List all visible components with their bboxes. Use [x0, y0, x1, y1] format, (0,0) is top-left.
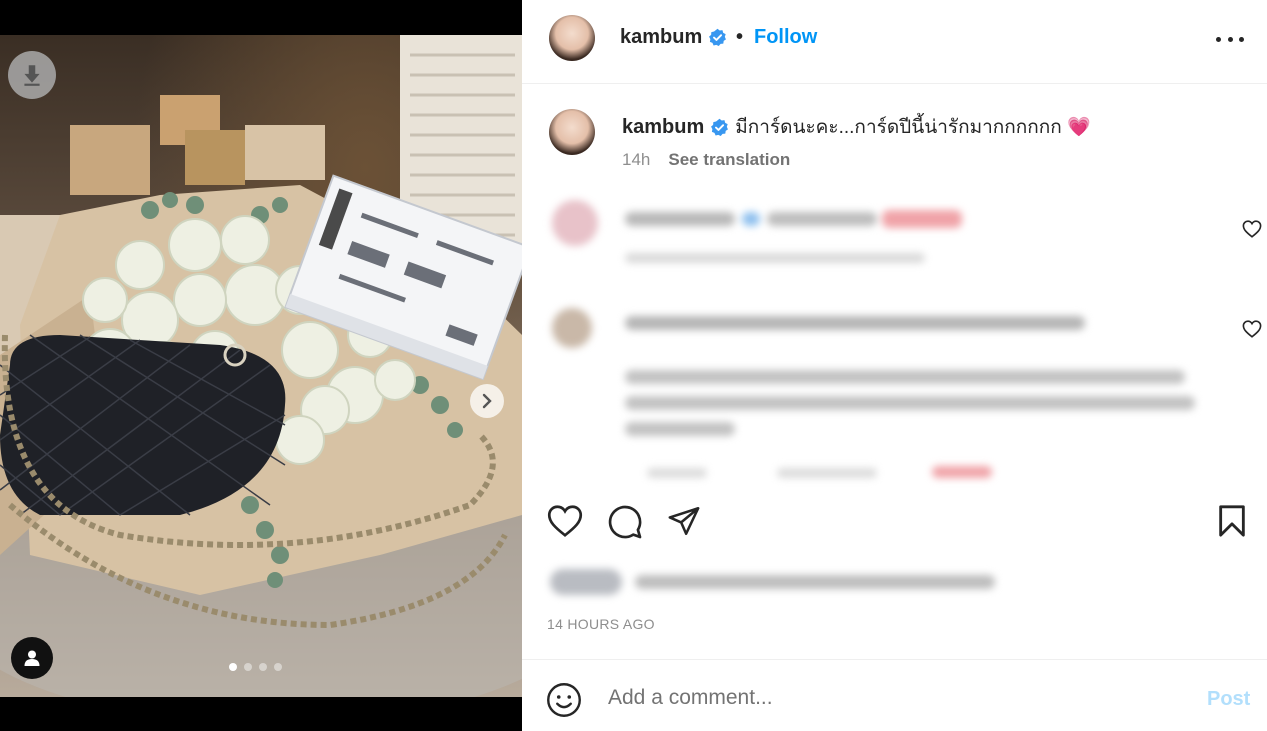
verified-badge-icon	[709, 28, 727, 47]
comment-like-icon[interactable]	[1242, 220, 1262, 238]
post-caption: kambum มีการ์ดนะคะ...การ์ดปีนี้น่ารักมาก…	[522, 100, 1267, 180]
liked-by-blurred	[550, 563, 1010, 603]
follow-button[interactable]: Follow	[754, 26, 817, 49]
caption-meta: 14h See translation	[622, 150, 790, 170]
carousel-dot	[259, 663, 267, 671]
author-username[interactable]: kambum	[620, 26, 702, 49]
comment-like-icon[interactable]	[1242, 320, 1262, 338]
post-media	[0, 0, 522, 731]
carousel-dot	[274, 663, 282, 671]
emoji-icon[interactable]	[546, 682, 582, 718]
save-button[interactable]	[1217, 504, 1247, 538]
more-options-icon[interactable]	[1216, 28, 1244, 50]
carousel-dot	[244, 663, 252, 671]
user-tag-icon	[24, 650, 40, 666]
download-button[interactable]	[8, 51, 56, 99]
caption-avatar[interactable]	[549, 109, 595, 155]
comment-button[interactable]	[607, 504, 643, 540]
photo-illustration	[0, 35, 522, 697]
add-comment-bar: Post	[522, 659, 1267, 731]
author-avatar[interactable]	[549, 15, 595, 61]
post-details-panel: kambum • Follow kambum มีการ์ดนะคะ...การ…	[522, 0, 1267, 731]
see-translation-button[interactable]: See translation	[668, 150, 790, 170]
caption-time: 14h	[622, 150, 651, 169]
like-button[interactable]	[547, 504, 583, 538]
caption-line: kambum มีการ์ดนะคะ...การ์ดปีนี้น่ารักมาก…	[622, 112, 1091, 142]
author-name-group: kambum	[620, 26, 727, 49]
verified-badge-icon	[711, 118, 729, 136]
post-actions	[522, 490, 1267, 556]
carousel-indicator	[229, 663, 282, 671]
comments-list	[527, 186, 1262, 490]
download-icon	[24, 65, 40, 86]
carousel-dot	[229, 663, 237, 671]
chevron-right-icon	[482, 393, 492, 409]
post-header: kambum • Follow	[522, 0, 1267, 84]
caption-username[interactable]: kambum	[622, 116, 704, 139]
header-separator: •	[736, 26, 744, 48]
post-comment-button[interactable]: Post	[1207, 688, 1250, 711]
tagged-users-button[interactable]	[11, 637, 53, 679]
post-timestamp: 14 HOURS AGO	[547, 616, 655, 632]
post-photo[interactable]	[0, 35, 522, 697]
carousel-next-button[interactable]	[470, 384, 504, 418]
comment-input[interactable]	[606, 680, 1170, 716]
share-button[interactable]	[667, 504, 701, 538]
caption-text: มีการ์ดนะคะ...การ์ดปีนี้น่ารักมากกกกกก 💗	[735, 117, 1091, 138]
